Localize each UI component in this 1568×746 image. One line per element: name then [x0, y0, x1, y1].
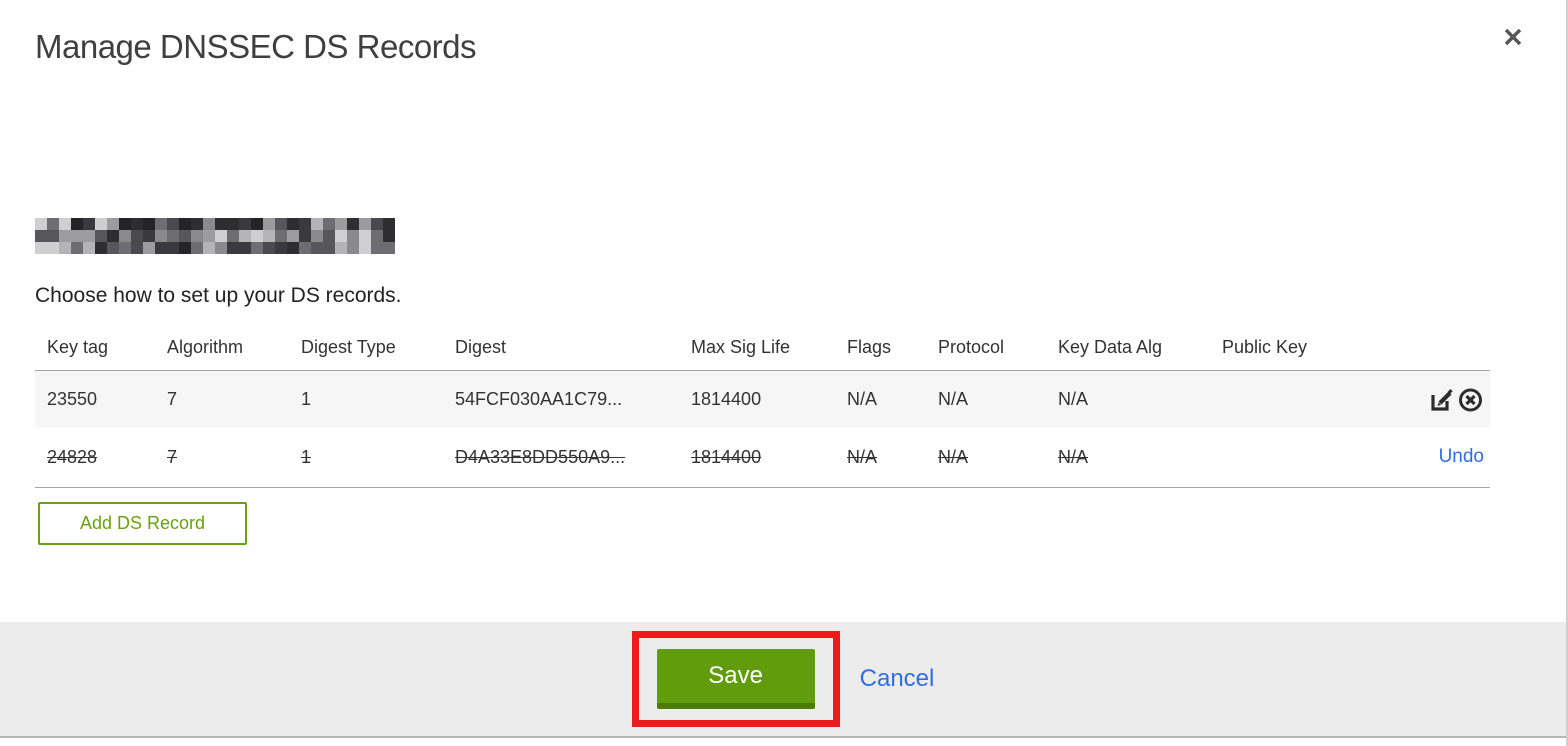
add-ds-record-button[interactable]: Add DS Record	[38, 502, 247, 545]
undo-link[interactable]: Undo	[1439, 446, 1484, 468]
cell-protocol: N/A	[938, 388, 969, 409]
table-header-row: Key tag Algorithm Digest Type Digest Max…	[35, 324, 1490, 370]
redacted-domain	[35, 218, 395, 254]
save-button[interactable]: Save	[656, 649, 815, 709]
delete-record-icon[interactable]	[1457, 386, 1484, 413]
cell-max-sig-life: 1814400	[691, 446, 762, 467]
col-header-key-tag: Key tag	[47, 336, 109, 357]
cell-algorithm: 7	[167, 388, 178, 409]
subtitle-text: Choose how to set up your DS records.	[35, 284, 402, 307]
ds-records-table: Key tag Algorithm Digest Type Digest Max…	[35, 324, 1490, 488]
col-header-key-data-alg: Key Data Alg	[1058, 336, 1163, 357]
cell-flags: N/A	[847, 446, 878, 467]
col-header-max-sig-life: Max Sig Life	[691, 336, 791, 357]
cell-flags: N/A	[847, 388, 878, 409]
cell-key-data-alg: N/A	[1058, 388, 1089, 409]
cell-digest: 54FCF030AA1C79...	[455, 388, 623, 409]
cell-digest-type: 1	[301, 388, 312, 409]
modal-footer: Save Cancel	[0, 622, 1566, 738]
cell-key-tag: 23550	[47, 388, 98, 409]
col-header-flags: Flags	[847, 336, 892, 357]
col-header-algorithm: Algorithm	[167, 336, 244, 357]
edit-record-icon[interactable]	[1428, 386, 1455, 413]
cell-max-sig-life: 1814400	[691, 388, 762, 409]
red-highlight-annotation: Save	[631, 631, 840, 727]
table-row-deleted: 24828 7 1 D4A33E8DD550A9... 1814400 N/A …	[35, 427, 1490, 488]
cell-protocol: N/A	[938, 446, 969, 467]
dnssec-modal: Manage DNSSEC DS Records Choose how to s…	[0, 0, 1568, 746]
col-header-digest-type: Digest Type	[301, 336, 396, 357]
table-row: 23550 7 1 54FCF030AA1C79... 1814400 N/A …	[35, 370, 1490, 427]
col-header-digest: Digest	[455, 336, 507, 357]
close-icon[interactable]	[1498, 22, 1528, 52]
col-header-public-key: Public Key	[1222, 336, 1308, 357]
cell-key-data-alg: N/A	[1058, 446, 1089, 467]
cell-key-tag: 24828	[47, 446, 98, 467]
cell-digest: D4A33E8DD550A9...	[455, 446, 626, 467]
page-title: Manage DNSSEC DS Records	[35, 28, 477, 65]
cell-digest-type: 1	[301, 446, 312, 467]
col-header-protocol: Protocol	[938, 336, 1005, 357]
cell-algorithm: 7	[167, 446, 178, 467]
cancel-link[interactable]: Cancel	[860, 665, 935, 693]
